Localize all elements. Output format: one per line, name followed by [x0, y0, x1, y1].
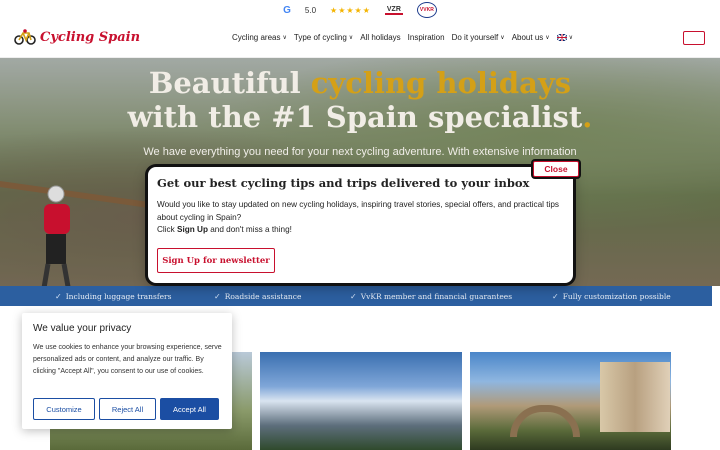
site-logo[interactable]: Cycling Spain: [14, 29, 140, 45]
vvkr-badge[interactable]: VVKR: [416, 2, 437, 18]
cookie-text: We use cookies to enhance your browsing …: [33, 344, 222, 375]
rating-bar: G 5.0 ★★★★★ VZR VVKR: [0, 0, 720, 20]
feature-label: Including luggage transfers: [65, 291, 172, 301]
site-header: Cycling Spain Cycling areas ∨ Type of cyc…: [0, 20, 720, 58]
hero-title-line2: with the #1 Spain specialist.: [0, 100, 720, 134]
nav-cycling-areas[interactable]: Cycling areas ∨: [232, 33, 287, 42]
cookie-banner: We value your privacy We use cookies to …: [22, 313, 232, 429]
uk-flag-icon: [556, 34, 567, 41]
header-cta-button[interactable]: [683, 31, 705, 45]
feature-item: ✓ VvKR member and financial guarantees: [350, 292, 512, 301]
nav-label: Inspiration: [407, 33, 445, 42]
nav-label: All holidays: [360, 33, 401, 42]
vzr-badge[interactable]: VZR: [384, 6, 403, 15]
feature-label: Fully customization possible: [562, 291, 671, 301]
modal-description: Would you like to stay updated on new cy…: [157, 200, 560, 222]
nav-label: Do it yourself: [451, 33, 499, 42]
star-rating-icon: ★★★★★: [330, 5, 371, 15]
modal-text-bold: Sign Up: [177, 225, 208, 234]
rating-value: 5.0: [304, 5, 317, 15]
nav-label: Type of cycling: [293, 33, 347, 42]
google-icon: G: [283, 4, 291, 16]
holiday-card-image[interactable]: [260, 352, 462, 450]
feature-item: ✓ Including luggage transfers: [55, 292, 171, 301]
check-icon: ✓: [214, 291, 221, 301]
chevron-down-icon: ∨: [348, 35, 354, 41]
hero-subtitle: We have everything you need for your nex…: [143, 146, 577, 158]
reject-all-button[interactable]: Reject All: [99, 398, 156, 420]
check-icon: ✓: [350, 291, 357, 301]
features-strip: ✓ Including luggage transfers ✓ Roadside a…: [0, 286, 712, 306]
feature-label: VvKR member and financial guarantees: [360, 291, 513, 301]
feature-item: ✓ Roadside assistance: [214, 292, 301, 301]
modal-instruction: Click Sign Up and don't miss a thing!: [157, 224, 562, 237]
modal-title: Get our best cycling tips and trips deli…: [157, 176, 530, 190]
feature-label: Roadside assistance: [224, 291, 302, 301]
close-modal-button[interactable]: Close: [533, 161, 579, 177]
main-nav: Cycling areas ∨ Type of cycling ∨ All holi…: [232, 33, 573, 42]
hero-title-part: Beautiful: [148, 66, 311, 100]
hero-title: Beautiful cycling holidays: [0, 66, 720, 100]
nav-inspiration[interactable]: Inspiration: [408, 33, 445, 42]
modal-text: and don't miss a thing!: [207, 225, 292, 234]
chevron-down-icon: ∨: [545, 35, 550, 41]
modal-text: Click: [157, 225, 178, 234]
check-icon: ✓: [552, 291, 559, 301]
modal-body: Would you like to stay updated on new cy…: [157, 199, 562, 237]
hero-title-part: with the #1 Spain specialist: [127, 100, 583, 134]
language-selector[interactable]: ∨: [556, 33, 574, 42]
cyclist-image: [41, 185, 71, 286]
signup-newsletter-button[interactable]: Sign Up for newsletter: [157, 248, 275, 273]
nav-all-holidays[interactable]: All holidays: [360, 33, 400, 42]
village-image: [600, 362, 670, 432]
nav-do-it-yourself[interactable]: Do it yourself ∨: [452, 33, 505, 42]
hero-title-dot: .: [582, 100, 593, 134]
nav-about-us[interactable]: About us ∨: [512, 33, 550, 42]
accept-all-button[interactable]: Accept All: [160, 398, 219, 420]
nav-label: About us: [511, 33, 544, 42]
check-icon: ✓: [55, 291, 62, 301]
hero-title-highlight: cycling holidays: [310, 66, 572, 100]
feature-item: ✓ Fully customization possible: [552, 292, 671, 301]
chevron-down-icon: ∨: [282, 35, 287, 41]
cookie-title: We value your privacy: [33, 323, 132, 334]
nav-type-of-cycling[interactable]: Type of cycling ∨: [294, 33, 353, 42]
newsletter-modal: Get our best cycling tips and trips deli…: [148, 167, 573, 283]
nav-label: Cycling areas: [232, 33, 281, 42]
customize-button[interactable]: Customize: [33, 398, 95, 420]
bicycle-icon: [14, 29, 36, 45]
logo-text: Cycling Spain: [40, 29, 141, 45]
chevron-down-icon: ∨: [500, 35, 505, 41]
chevron-down-icon: ∨: [568, 35, 574, 41]
